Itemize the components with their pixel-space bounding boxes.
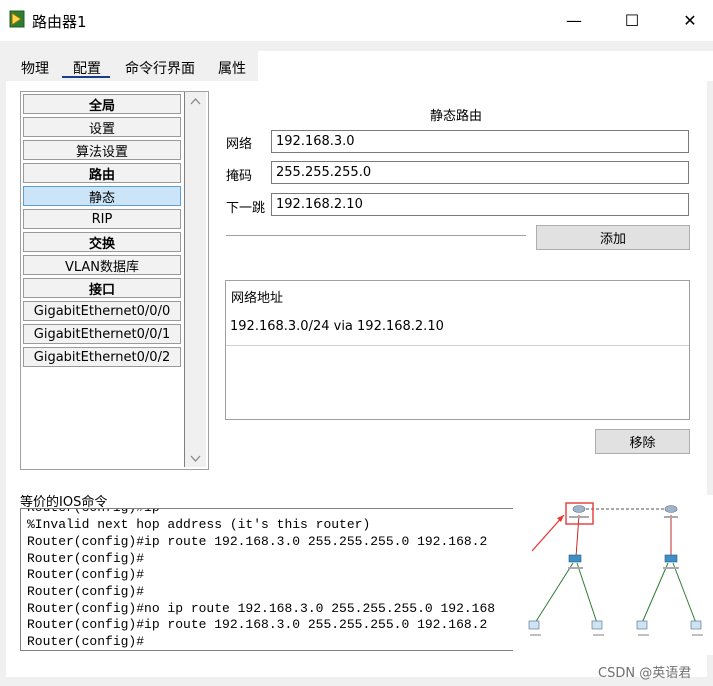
ios-line: Router(config)# (27, 634, 145, 649)
ios-line: Router(config)# (27, 584, 145, 599)
nav-scrollbar[interactable] (185, 92, 206, 467)
route-list-header: 网络地址 (231, 291, 284, 306)
next-hop-label: 下一跳 (226, 201, 266, 216)
mask-label: 掩码 (226, 169, 253, 184)
topology-thumbnail (513, 495, 713, 655)
ios-line: Router(config)# (27, 567, 145, 582)
remove-button[interactable]: 移除 (595, 429, 690, 454)
add-button[interactable]: 添加 (536, 225, 690, 250)
nav-header-switching[interactable]: 交换 (23, 232, 181, 252)
nav-item-vlan-database[interactable]: VLAN数据库 (23, 255, 181, 275)
nav-header-interface[interactable]: 接口 (23, 278, 181, 298)
nav-header-routing[interactable]: 路由 (23, 163, 181, 183)
scroll-down-icon[interactable] (190, 453, 201, 466)
scroll-up-icon[interactable] (190, 95, 201, 108)
watermark: CSDN @英语君 (598, 666, 692, 681)
title-bar (0, 0, 713, 41)
nav-item-settings[interactable]: 设置 (23, 117, 181, 137)
ios-line: %Invalid next hop address (it's this rou… (27, 517, 371, 532)
nav-header-global[interactable]: 全局 (23, 94, 181, 114)
ios-line: Router(config)#no ip route 192.168.3.0 2… (27, 601, 496, 616)
network-input[interactable] (271, 130, 689, 153)
ios-line: Router(config)#ip route 192.168.3.0 255.… (27, 534, 488, 549)
nav-item-rip[interactable]: RIP (23, 209, 181, 229)
router-app-icon (9, 9, 27, 29)
list-item[interactable]: 192.168.3.0/24 via 192.168.2.10 (230, 319, 444, 334)
tab-strip-background (258, 51, 713, 81)
window-title: 路由器1 (32, 13, 87, 31)
active-tab-indicator (62, 76, 110, 78)
ios-line: Router(config)# (27, 551, 145, 566)
mask-input[interactable] (271, 161, 689, 184)
nav-item-gig-0-0-2[interactable]: GigabitEthernet0/0/2 (23, 347, 181, 367)
bottom-strip (0, 681, 713, 686)
minimize-button[interactable]: — (551, 0, 597, 41)
separator (226, 235, 526, 239)
route-list-divider (226, 345, 689, 346)
nav-item-static[interactable]: 静态 (23, 186, 181, 206)
switch-node-icon (664, 554, 678, 563)
nav-item-gig-0-0-0[interactable]: GigabitEthernet0/0/0 (23, 301, 181, 321)
nav-item-gig-0-0-1[interactable]: GigabitEthernet0/0/1 (23, 324, 181, 344)
ios-command-output[interactable]: Router(config)#ip %Invalid next hop addr… (20, 508, 513, 651)
network-label: 网络 (226, 137, 253, 152)
close-button[interactable]: ✕ (667, 0, 713, 41)
switch-node-icon (568, 554, 582, 563)
next-hop-input[interactable] (271, 193, 689, 216)
ios-line: Router(config)#ip route 192.168.3.0 255.… (27, 617, 488, 632)
ios-line-clipped: Router(config)#ip (27, 509, 160, 515)
route-list[interactable] (225, 280, 690, 420)
static-route-title: 静态路由 (430, 109, 483, 124)
nav-item-algorithm-settings[interactable]: 算法设置 (23, 140, 181, 160)
maximize-button[interactable]: ☐ (609, 0, 655, 41)
nav-list: 全局 设置 算法设置 路由 静态 RIP 交换 VLAN数据库 接口 Gigab… (22, 92, 185, 467)
